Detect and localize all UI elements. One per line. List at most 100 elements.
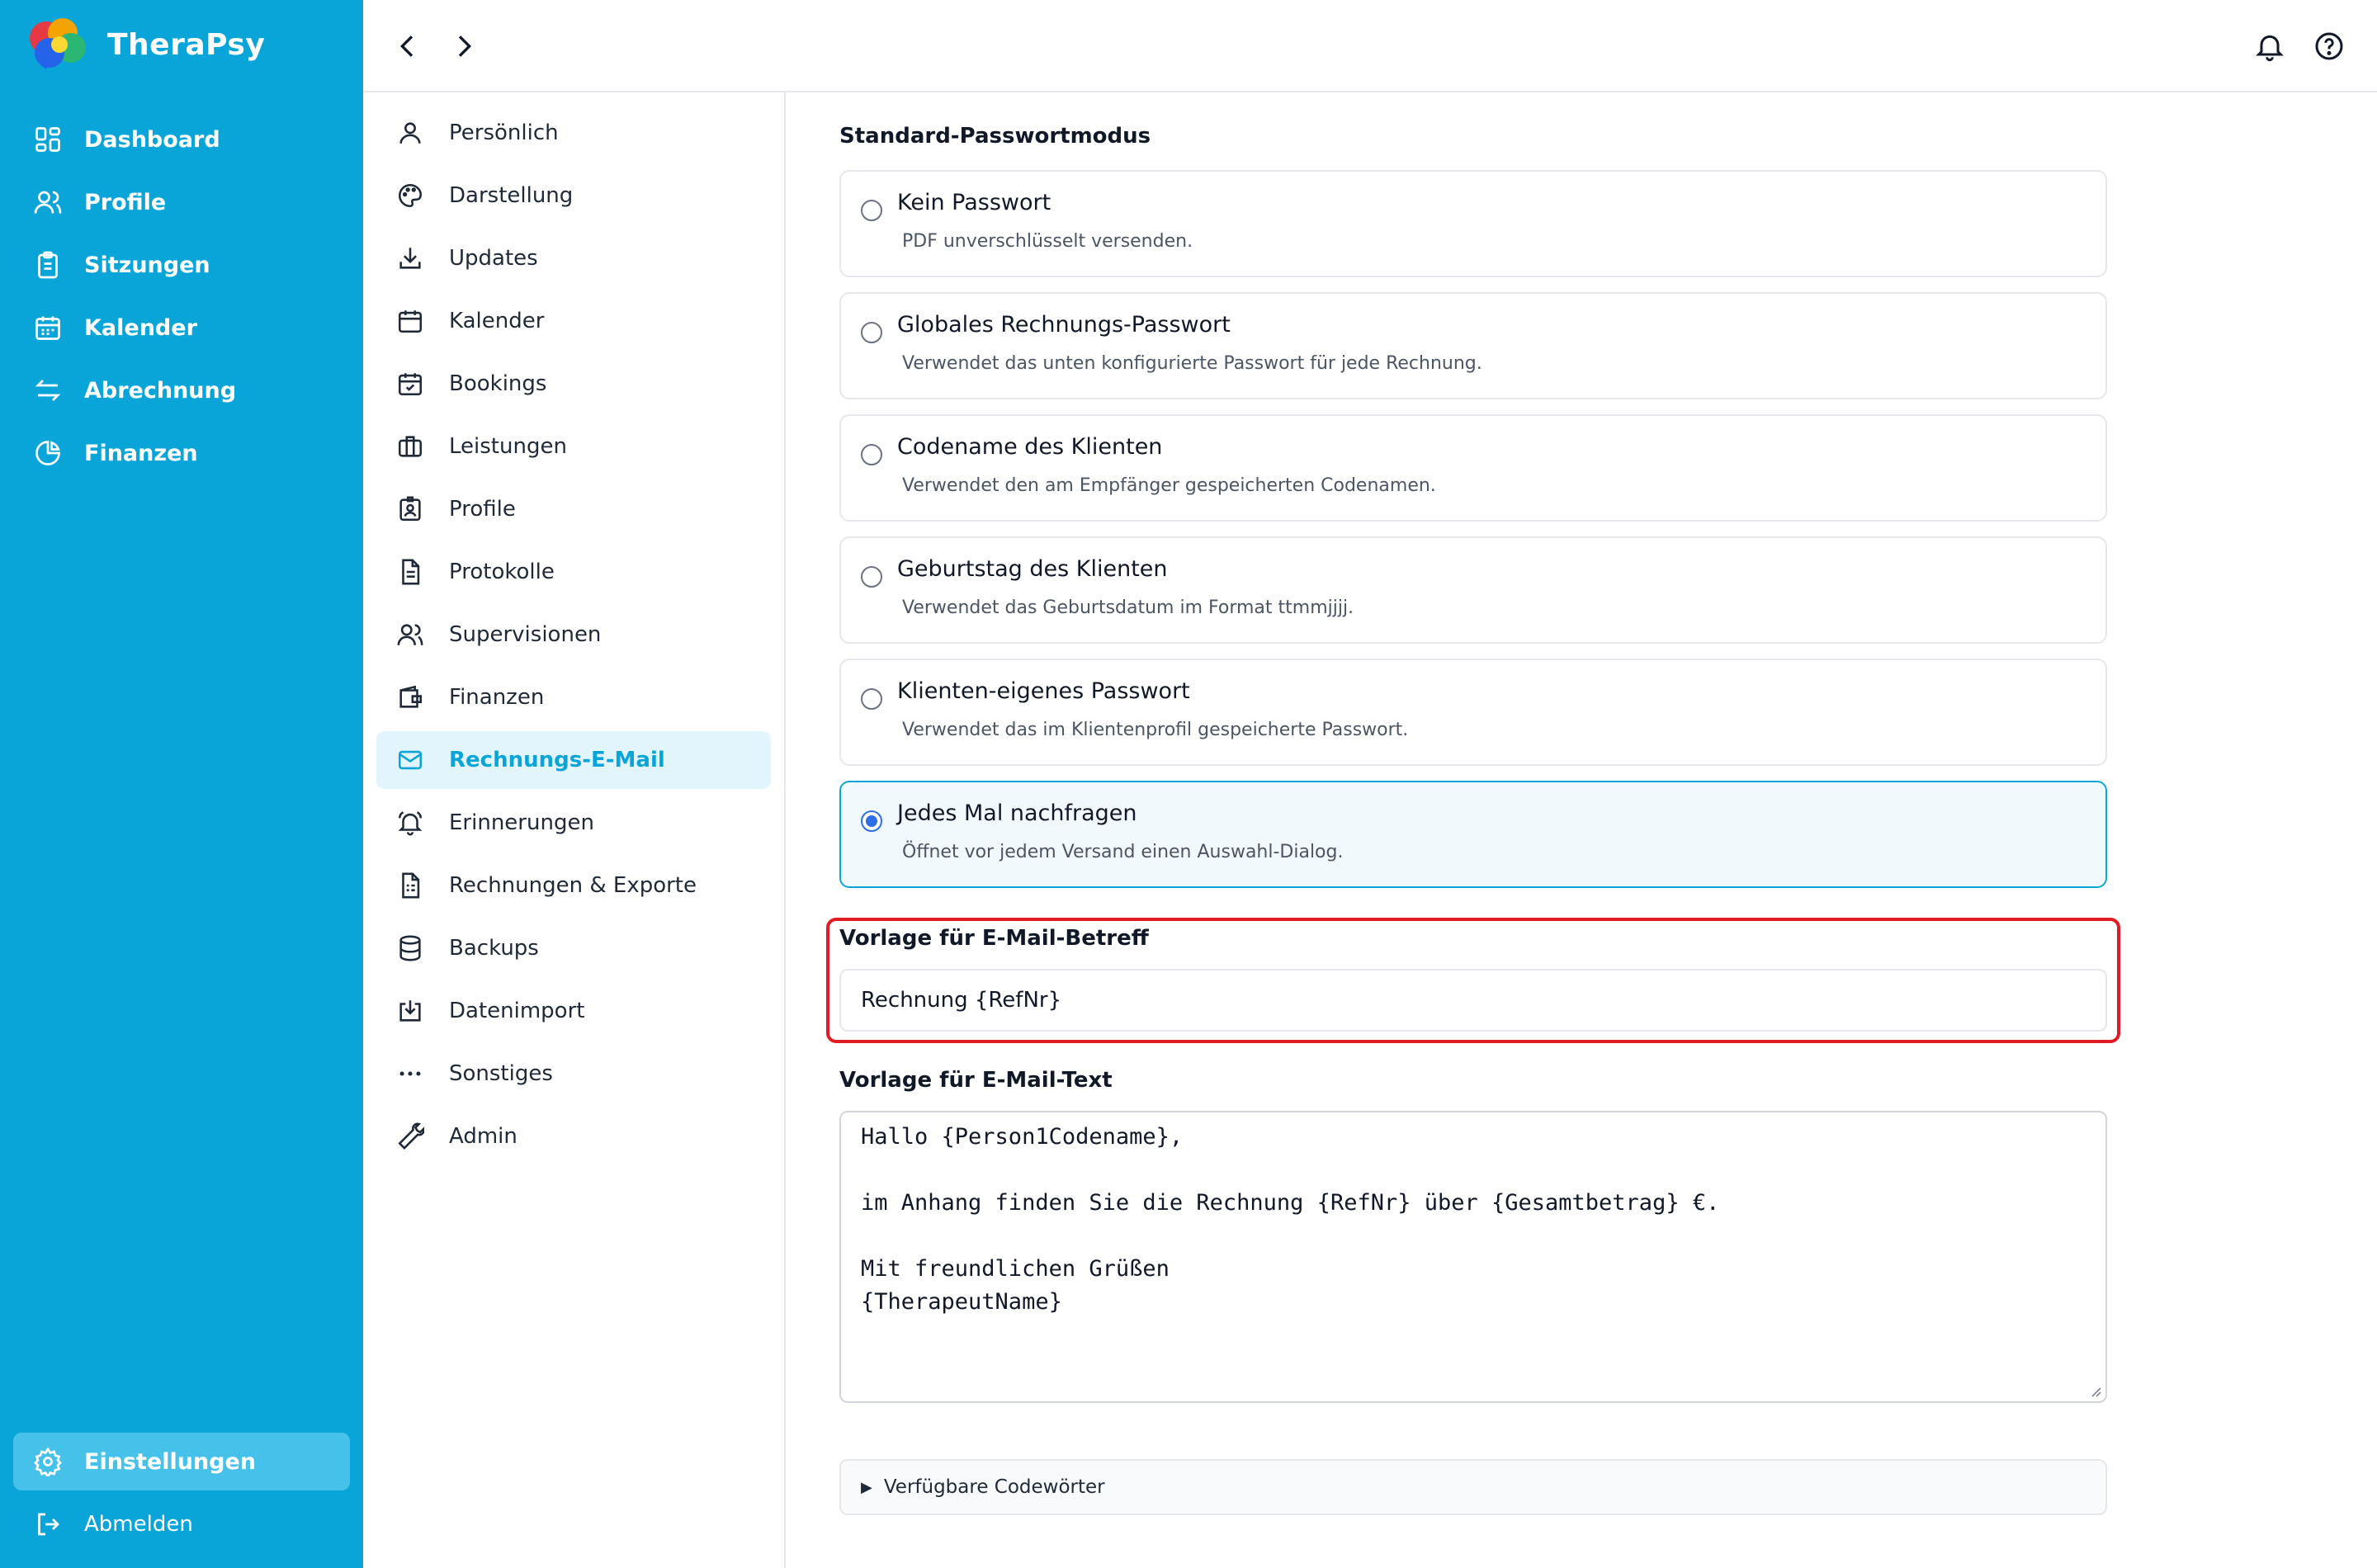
submenu-label: Updates <box>449 246 538 271</box>
forward-chevron-icon[interactable] <box>447 30 480 63</box>
nav-kalender[interactable]: Kalender <box>13 299 350 357</box>
top-bar <box>363 0 2377 92</box>
submenu-label: Backups <box>449 936 539 961</box>
wallet-icon <box>399 685 423 708</box>
submenu-darstellung[interactable]: Darstellung <box>376 167 771 224</box>
submenu-backups[interactable]: Backups <box>376 919 771 977</box>
password-option-kein-passwort[interactable]: Kein Passwort PDF unverschlüsselt versen… <box>839 170 2107 277</box>
gear-icon <box>34 1447 62 1476</box>
submenu-label: Rechnungen & Exporte <box>449 873 697 898</box>
submenu-rechnungs-email[interactable]: Rechnungs-E-Mail <box>376 731 771 789</box>
wrench-icon <box>398 1122 424 1150</box>
submenu-kalender[interactable]: Kalender <box>376 292 771 350</box>
id-badge-icon <box>399 496 421 522</box>
submenu-label: Darstellung <box>449 183 574 208</box>
settings-submenu: Persönlich Darstellung Updates Kalender … <box>363 92 786 1568</box>
radio-button[interactable] <box>861 322 882 343</box>
submenu-label: Leistungen <box>449 434 567 459</box>
password-option-codename[interactable]: Codename des Klienten Verwendet den am E… <box>839 414 2107 522</box>
radio-button[interactable] <box>861 566 882 588</box>
nav-label: Dashboard <box>84 126 220 153</box>
radio-button-selected[interactable] <box>861 810 882 832</box>
submenu-persoenlich[interactable]: Persönlich <box>376 104 771 162</box>
submenu-label: Persönlich <box>449 120 559 145</box>
nav-label: Sitzungen <box>84 252 210 278</box>
nav-abmelden[interactable]: Abmelden <box>13 1495 350 1553</box>
submenu-datenimport[interactable]: Datenimport <box>376 982 771 1040</box>
submenu-label: Datenimport <box>449 999 585 1023</box>
clipboard-icon <box>38 251 58 279</box>
disclosure-triangle-icon: ▶ <box>861 1478 872 1496</box>
nav-label: Finanzen <box>84 440 198 466</box>
nav-sitzungen[interactable]: Sitzungen <box>13 236 350 294</box>
nav-profile[interactable]: Profile <box>13 173 350 231</box>
nav-label: Abmelden <box>84 1512 193 1537</box>
radio-button[interactable] <box>861 444 882 465</box>
password-option-nachfragen[interactable]: Jedes Mal nachfragen Öffnet vor jedem Ve… <box>839 781 2107 888</box>
main-content: Standard-Passwortmodus Kein Passwort PDF… <box>786 92 2377 1568</box>
submenu-sonstiges[interactable]: Sonstiges <box>376 1045 771 1103</box>
nav-abrechnung[interactable]: Abrechnung <box>13 361 350 419</box>
nav-dashboard[interactable]: Dashboard <box>13 111 350 168</box>
nav-einstellungen[interactable]: Einstellungen <box>13 1433 350 1490</box>
submenu-leistungen[interactable]: Leistungen <box>376 418 771 475</box>
submenu-label: Supervisionen <box>449 622 602 647</box>
submenu-bookings[interactable]: Bookings <box>376 355 771 413</box>
help-icon[interactable] <box>2313 30 2346 63</box>
back-chevron-icon[interactable] <box>391 30 424 63</box>
nav-finanzen[interactable]: Finanzen <box>13 424 350 482</box>
option-description: Verwendet den am Empfänger gespeicherten… <box>902 475 1436 496</box>
option-title: Kein Passwort <box>897 190 1051 215</box>
submenu-label: Bookings <box>449 371 547 396</box>
option-description: PDF unverschlüsselt versenden. <box>902 231 1193 252</box>
bell-icon[interactable] <box>2253 30 2286 63</box>
body-template-textarea[interactable]: Hallo {Person1Codename}, im Anhang finde… <box>839 1111 2107 1403</box>
codewords-disclosure[interactable]: ▶ Verfügbare Codewörter <box>839 1459 2107 1515</box>
app-logo[interactable]: TheraPsy <box>25 15 265 74</box>
palette-icon <box>398 183 423 208</box>
nav-label: Profile <box>84 189 167 215</box>
pie-chart-icon <box>35 441 60 465</box>
submenu-rechnungen-exporte[interactable]: Rechnungen & Exporte <box>376 857 771 914</box>
submenu-admin[interactable]: Admin <box>376 1108 771 1165</box>
briefcase-icon <box>398 436 423 457</box>
resize-handle-icon[interactable] <box>2087 1383 2102 1398</box>
submenu-finanzen[interactable]: Finanzen <box>376 668 771 726</box>
option-title: Geburtstag des Klienten <box>897 556 1168 582</box>
submenu-profile[interactable]: Profile <box>376 480 771 538</box>
codewords-label: Verfügbare Codewörter <box>883 1476 1105 1498</box>
radio-button[interactable] <box>861 200 882 221</box>
user-icon <box>399 122 421 144</box>
body-template-label: Vorlage für E-Mail-Text <box>839 1068 1113 1093</box>
submenu-label: Admin <box>449 1124 517 1149</box>
more-dots-icon <box>399 1071 421 1076</box>
submenu-supervisionen[interactable]: Supervisionen <box>376 606 771 664</box>
download-icon <box>399 248 421 269</box>
brain-logo-icon <box>30 18 86 69</box>
option-description: Verwendet das im Klientenprofil gespeich… <box>902 720 1409 740</box>
nav-label: Einstellungen <box>84 1448 257 1475</box>
option-title: Globales Rechnungs-Passwort <box>897 312 1231 338</box>
password-option-global[interactable]: Globales Rechnungs-Passwort Verwendet da… <box>839 292 2107 399</box>
body-template-text: Hallo {Person1Codename}, im Anhang finde… <box>861 1124 1720 1315</box>
submenu-protokolle[interactable]: Protokolle <box>376 543 771 601</box>
mail-icon <box>398 750 423 770</box>
import-icon <box>399 1000 421 1022</box>
password-option-klienten-eigenes[interactable]: Klienten-eigenes Passwort Verwendet das … <box>839 659 2107 766</box>
calendar-check-icon <box>398 373 423 396</box>
radio-button[interactable] <box>861 688 882 710</box>
subject-template-label: Vorlage für E-Mail-Betreff <box>839 926 1149 951</box>
submenu-label: Erinnerungen <box>449 810 594 835</box>
option-description: Verwendet das unten konfigurierte Passwo… <box>902 353 1482 374</box>
dashboard-grid-icon <box>35 127 60 152</box>
calendar-icon <box>398 310 423 333</box>
submenu-label: Rechnungs-E-Mail <box>449 748 665 772</box>
arrows-exchange-icon <box>35 380 61 401</box>
submenu-erinnerungen[interactable]: Erinnerungen <box>376 794 771 852</box>
password-option-geburtstag[interactable]: Geburtstag des Klienten Verwendet das Ge… <box>839 536 2107 644</box>
option-title: Klienten-eigenes Passwort <box>897 678 1190 704</box>
subject-template-input[interactable]: Rechnung {RefNr} <box>839 969 2107 1032</box>
option-description: Verwendet das Geburtsdatum im Format ttm… <box>902 597 1354 618</box>
nav-label: Kalender <box>84 314 197 341</box>
submenu-updates[interactable]: Updates <box>376 229 771 287</box>
